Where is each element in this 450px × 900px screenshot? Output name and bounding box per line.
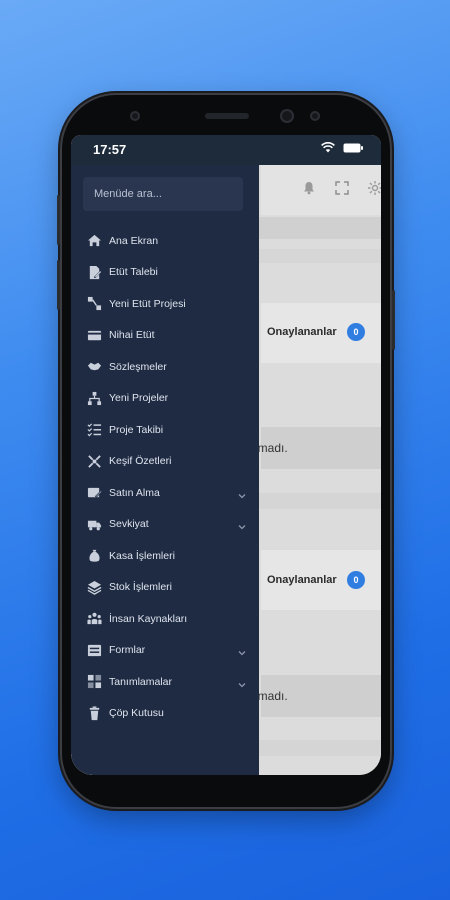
stat-card-label: Onaylananlar <box>267 326 337 338</box>
menu-list: Ana Ekran Etüt Talebi Yeni Etüt Projesi Nih… <box>71 225 259 729</box>
wifi-icon <box>321 142 335 153</box>
menu-item-label: Ana Ekran <box>109 234 159 247</box>
menu-item-label: İnsan Kaynakları <box>109 612 188 625</box>
document-edit-icon <box>87 265 102 280</box>
menu-item-nihai-etut[interactable]: Nihai Etüt <box>71 320 259 352</box>
bell-icon[interactable] <box>301 180 317 196</box>
empty-message: amadı. <box>251 675 381 717</box>
top-toolbar <box>261 165 381 215</box>
money-bag-icon <box>87 548 102 563</box>
menu-search-input[interactable]: Menüde ara... <box>83 177 243 211</box>
count-badge: 0 <box>347 571 365 589</box>
stat-card-label: Onaylananlar <box>267 574 337 586</box>
menu-item-label: Etüt Talebi <box>109 266 158 279</box>
menu-item-label: Keşif Özetleri <box>109 455 172 468</box>
tiles-icon <box>87 674 102 689</box>
grid-arrows-icon <box>87 454 102 469</box>
menu-item-label: Kasa İşlemleri <box>109 549 175 562</box>
status-time: 17:57 <box>93 142 127 157</box>
menu-item-yeni-etut-projesi[interactable]: Yeni Etüt Projesi <box>71 288 259 320</box>
menu-item-etut-talebi[interactable]: Etüt Talebi <box>71 257 259 289</box>
users-icon <box>87 611 102 626</box>
menu-item-insan-kaynaklari[interactable]: İnsan Kaynakları <box>71 603 259 635</box>
truck-icon <box>87 517 102 532</box>
menu-item-satin-alma[interactable]: Satın Alma <box>71 477 259 509</box>
checklist-icon <box>87 422 102 437</box>
pencil-card-icon <box>87 485 102 500</box>
home-icon <box>87 233 102 248</box>
phone-side-button <box>392 290 395 350</box>
phone-speaker <box>205 113 249 119</box>
menu-item-kasa-islemleri[interactable]: Kasa İşlemleri <box>71 540 259 572</box>
menu-item-label: Yeni Projeler <box>109 392 169 405</box>
menu-item-label: Sevkiyat <box>109 518 149 531</box>
menu-item-label: Stok İşlemleri <box>109 581 173 594</box>
menu-item-label: Proje Takibi <box>109 423 164 436</box>
menu-item-formlar[interactable]: Formlar <box>71 635 259 667</box>
chevron-down-icon[interactable] <box>237 519 247 530</box>
empty-message: amadı. <box>251 427 381 469</box>
menu-item-stok-islemleri[interactable]: Stok İşlemleri <box>71 572 259 604</box>
phone-frame: 17:57 Onaylananlar 0 amadı. Onaylananlar… <box>57 95 395 807</box>
battery-icon <box>343 143 363 152</box>
menu-item-proje-takibi[interactable]: Proje Takibi <box>71 414 259 446</box>
menu-item-sevkiyat[interactable]: Sevkiyat <box>71 509 259 541</box>
card-icon <box>87 328 102 343</box>
menu-item-kesif-ozetleri[interactable]: Keşif Özetleri <box>71 446 259 478</box>
form-icon <box>87 643 102 658</box>
phone-side-button <box>57 260 60 310</box>
menu-item-label: Tanımlamalar <box>109 675 173 688</box>
front-camera <box>280 109 294 123</box>
layers-icon <box>87 580 102 595</box>
chevron-down-icon[interactable] <box>237 677 247 688</box>
menu-item-yeni-projeler[interactable]: Yeni Projeler <box>71 383 259 415</box>
chevron-down-icon[interactable] <box>237 488 247 499</box>
menu-item-sozlesmeler[interactable]: Sözleşmeler <box>71 351 259 383</box>
handshake-icon <box>87 359 102 374</box>
phone-side-button <box>57 195 60 245</box>
settings-icon[interactable] <box>367 180 381 196</box>
fullscreen-icon[interactable] <box>334 180 350 196</box>
status-bar: 17:57 <box>71 135 381 165</box>
menu-item-label: Sözleşmeler <box>109 360 167 373</box>
menu-item-label: Yeni Etüt Projesi <box>109 297 186 310</box>
project-nodes-icon <box>87 296 102 311</box>
navigation-drawer: Menüde ara... Ana Ekran Etüt Talebi Yeni E… <box>71 165 259 775</box>
menu-item-label: Formlar <box>109 644 146 657</box>
trash-icon <box>87 706 102 721</box>
phone-screen: 17:57 Onaylananlar 0 amadı. Onaylananlar… <box>71 135 381 775</box>
menu-item-tanimlamalar[interactable]: Tanımlamalar <box>71 666 259 698</box>
menu-item-ana-ekran[interactable]: Ana Ekran <box>71 225 259 257</box>
menu-item-label: Çöp Kutusu <box>109 707 164 720</box>
menu-item-cop-kutusu[interactable]: Çöp Kutusu <box>71 698 259 730</box>
sensor <box>130 111 140 121</box>
chevron-down-icon[interactable] <box>237 645 247 656</box>
menu-item-label: Nihai Etüt <box>109 329 155 342</box>
sitemap-icon <box>87 391 102 406</box>
menu-item-label: Satın Alma <box>109 486 160 499</box>
sensor <box>310 111 320 121</box>
count-badge: 0 <box>347 323 365 341</box>
